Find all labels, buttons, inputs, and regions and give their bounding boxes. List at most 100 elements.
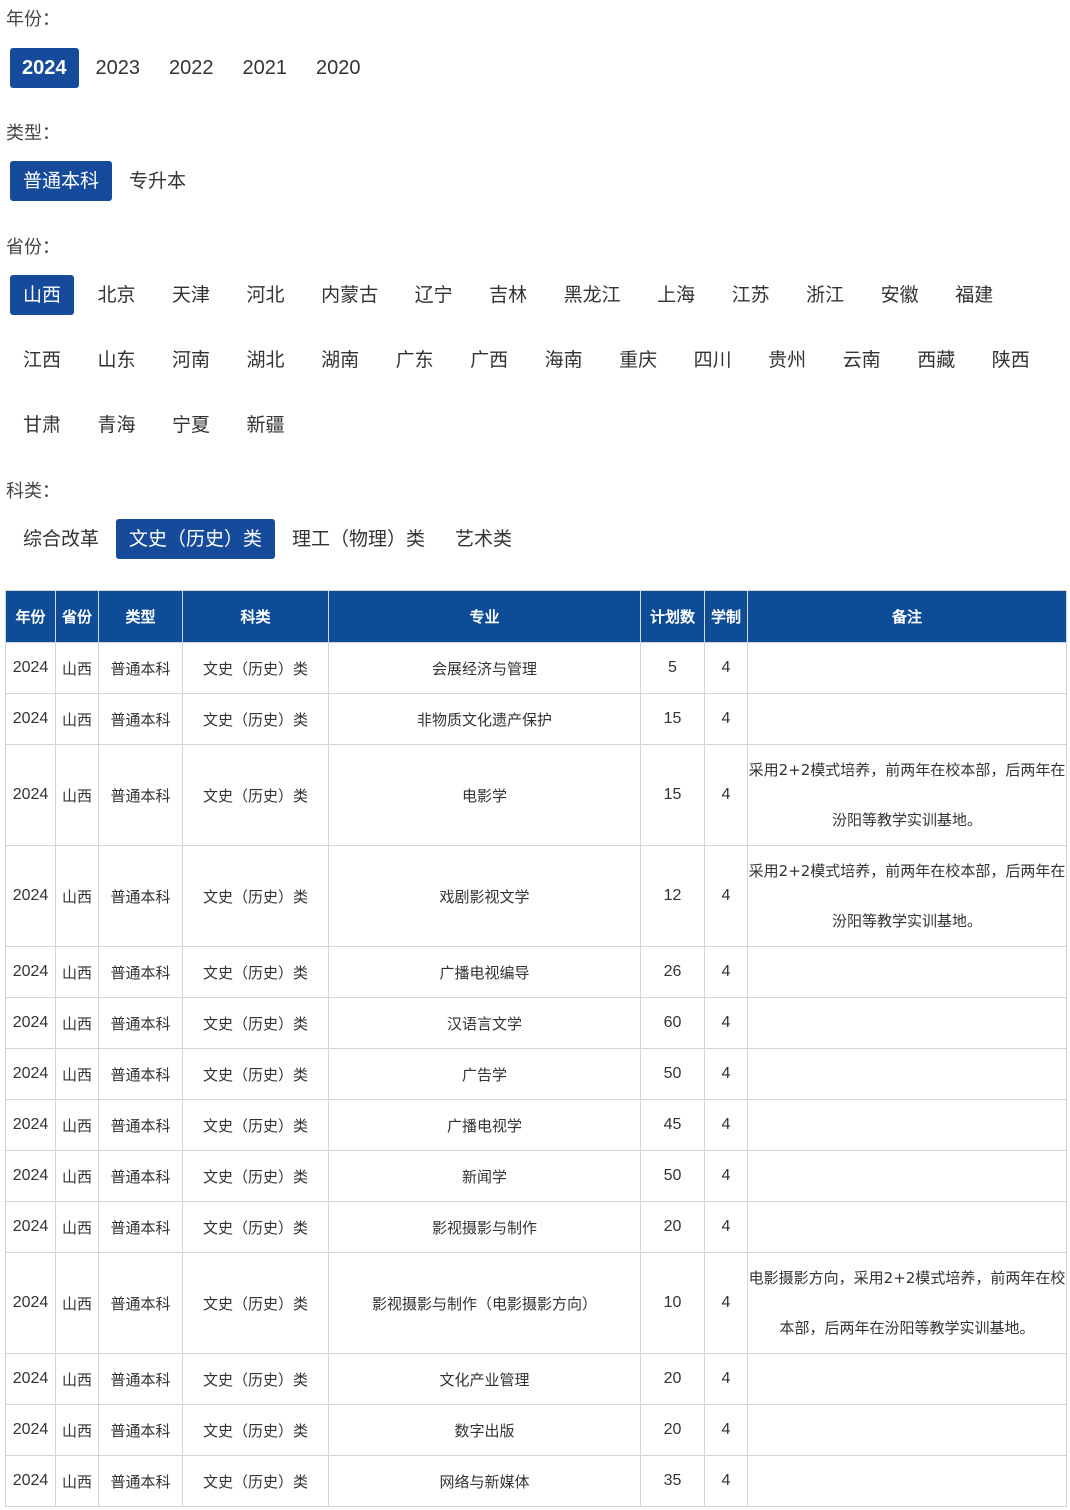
province-option[interactable]: 新疆 bbox=[234, 405, 298, 445]
column-header: 学制 bbox=[704, 590, 748, 643]
province-option[interactable]: 北京 bbox=[85, 275, 149, 315]
table-cell: 普通本科 bbox=[98, 1201, 183, 1253]
province-option[interactable]: 云南 bbox=[830, 340, 894, 380]
table-cell: 文史（历史）类 bbox=[182, 1048, 329, 1100]
province-option[interactable]: 河南 bbox=[159, 340, 223, 380]
table-cell: 普通本科 bbox=[98, 997, 183, 1049]
table-row: 2024 山西 普通本科 文史（历史）类 会展经济与管理 5 4 bbox=[5, 642, 1067, 694]
table-cell: 4 bbox=[704, 997, 748, 1049]
table-cell: 文史（历史）类 bbox=[182, 997, 329, 1049]
province-option[interactable]: 广西 bbox=[457, 340, 521, 380]
table-cell: 普通本科 bbox=[98, 642, 183, 694]
table-row: 2024 山西 普通本科 文史（历史）类 广播电视学 45 4 bbox=[5, 1099, 1067, 1151]
table-cell: 4 bbox=[704, 1201, 748, 1253]
year-option[interactable]: 2020 bbox=[304, 48, 373, 88]
province-option[interactable]: 黑龙江 bbox=[551, 275, 634, 315]
enrollment-plan-table: 年份 省份 类型 科类 专业 计划数 学制 备注 2024 山西 普通本科 文史（历史）类 会展经济与… bbox=[5, 590, 1067, 1507]
province-option[interactable]: 甘肃 bbox=[10, 405, 74, 445]
province-option[interactable]: 山东 bbox=[85, 340, 149, 380]
table-cell: 15 bbox=[640, 744, 705, 846]
table-cell: 山西 bbox=[55, 1201, 99, 1253]
table-cell: 山西 bbox=[55, 1048, 99, 1100]
year-option[interactable]: 2022 bbox=[157, 48, 226, 88]
province-option[interactable]: 海南 bbox=[532, 340, 596, 380]
province-option[interactable]: 广东 bbox=[383, 340, 447, 380]
province-option[interactable]: 山西 bbox=[10, 275, 75, 315]
table-cell: 普通本科 bbox=[98, 1455, 183, 1507]
province-option[interactable]: 宁夏 bbox=[159, 405, 223, 445]
province-option[interactable]: 湖南 bbox=[308, 340, 372, 380]
table-cell: 普通本科 bbox=[98, 744, 183, 846]
table-cell: 普通本科 bbox=[98, 1048, 183, 1100]
province-option[interactable]: 安徽 bbox=[868, 275, 932, 315]
table-cell: 4 bbox=[704, 1150, 748, 1202]
table-cell bbox=[747, 1353, 1067, 1405]
province-option[interactable]: 重庆 bbox=[606, 340, 670, 380]
province-option[interactable]: 湖北 bbox=[234, 340, 298, 380]
province-option[interactable]: 江苏 bbox=[719, 275, 783, 315]
province-option[interactable]: 西藏 bbox=[904, 340, 968, 380]
column-header: 计划数 bbox=[640, 590, 705, 643]
table-cell bbox=[747, 946, 1067, 998]
table-cell: 4 bbox=[704, 946, 748, 998]
province-option[interactable]: 青海 bbox=[85, 405, 149, 445]
table-row: 2024 山西 普通本科 文史（历史）类 文化产业管理 20 4 bbox=[5, 1353, 1067, 1405]
table-cell: 山西 bbox=[55, 997, 99, 1049]
province-option[interactable]: 内蒙古 bbox=[308, 275, 391, 315]
column-header: 年份 bbox=[5, 590, 56, 643]
province-option[interactable]: 河北 bbox=[234, 275, 298, 315]
year-option[interactable]: 2021 bbox=[231, 48, 300, 88]
table-cell: 普通本科 bbox=[98, 946, 183, 998]
table-cell: 10 bbox=[640, 1252, 705, 1354]
table-cell: 20 bbox=[640, 1201, 705, 1253]
table-cell: 影视摄影与制作（电影摄影方向） bbox=[328, 1252, 641, 1354]
table-row: 2024 山西 普通本科 文史（历史）类 电影学 15 4 采用2+2模式培养，前两年在校本部… bbox=[5, 744, 1067, 846]
province-option[interactable]: 辽宁 bbox=[402, 275, 466, 315]
table-cell: 50 bbox=[640, 1048, 705, 1100]
category-filter-label: 科类： bbox=[6, 481, 60, 502]
year-option[interactable]: 2024 bbox=[10, 48, 79, 88]
category-option[interactable]: 文史（历史）类 bbox=[116, 519, 276, 559]
province-option[interactable]: 江西 bbox=[10, 340, 74, 380]
table-cell: 文史（历史）类 bbox=[182, 1404, 329, 1456]
table-cell: 4 bbox=[704, 642, 748, 694]
province-filter-options: 山西 北京 天津 河北 内蒙古 辽宁 吉林 黑龙江 上海 江苏 浙江 安徽 福建江西 山东 河南 湖北 湖南 广东… bbox=[10, 275, 1060, 445]
column-header: 科类 bbox=[182, 590, 329, 643]
table-cell: 山西 bbox=[55, 1455, 99, 1507]
table-cell bbox=[747, 693, 1067, 745]
table-cell: 2024 bbox=[5, 946, 56, 998]
province-option[interactable]: 四川 bbox=[681, 340, 745, 380]
province-option[interactable]: 福建 bbox=[942, 275, 1006, 315]
table-cell: 非物质文化遗产保护 bbox=[328, 693, 641, 745]
province-option[interactable]: 贵州 bbox=[755, 340, 819, 380]
province-option[interactable]: 天津 bbox=[159, 275, 223, 315]
table-cell: 2024 bbox=[5, 744, 56, 846]
year-option[interactable]: 2023 bbox=[84, 48, 153, 88]
province-filter-label: 省份： bbox=[6, 237, 60, 258]
table-cell: 网络与新媒体 bbox=[328, 1455, 641, 1507]
table-cell: 普通本科 bbox=[98, 1099, 183, 1151]
province-option[interactable]: 陕西 bbox=[979, 340, 1043, 380]
type-option[interactable]: 普通本科 bbox=[10, 161, 113, 201]
table-cell: 20 bbox=[640, 1353, 705, 1405]
table-cell: 2024 bbox=[5, 1048, 56, 1100]
table-cell: 普通本科 bbox=[98, 845, 183, 947]
category-option[interactable]: 理工（物理）类 bbox=[279, 519, 438, 559]
province-option[interactable]: 浙江 bbox=[793, 275, 857, 315]
table-cell: 2024 bbox=[5, 1150, 56, 1202]
category-option[interactable]: 艺术类 bbox=[442, 519, 525, 559]
table-cell: 山西 bbox=[55, 1252, 99, 1354]
table-cell: 普通本科 bbox=[98, 1150, 183, 1202]
table-row: 2024 山西 普通本科 文史（历史）类 网络与新媒体 35 4 bbox=[5, 1455, 1067, 1507]
table-cell: 汉语言文学 bbox=[328, 997, 641, 1049]
type-option[interactable]: 专升本 bbox=[116, 161, 199, 201]
province-option[interactable]: 上海 bbox=[644, 275, 708, 315]
table-cell bbox=[747, 1201, 1067, 1253]
province-option[interactable]: 吉林 bbox=[476, 275, 540, 315]
table-cell: 4 bbox=[704, 845, 748, 947]
table-cell: 会展经济与管理 bbox=[328, 642, 641, 694]
table-cell: 2024 bbox=[5, 1201, 56, 1253]
category-option[interactable]: 综合改革 bbox=[10, 519, 112, 559]
table-cell: 文史（历史）类 bbox=[182, 1353, 329, 1405]
table-cell: 2024 bbox=[5, 642, 56, 694]
